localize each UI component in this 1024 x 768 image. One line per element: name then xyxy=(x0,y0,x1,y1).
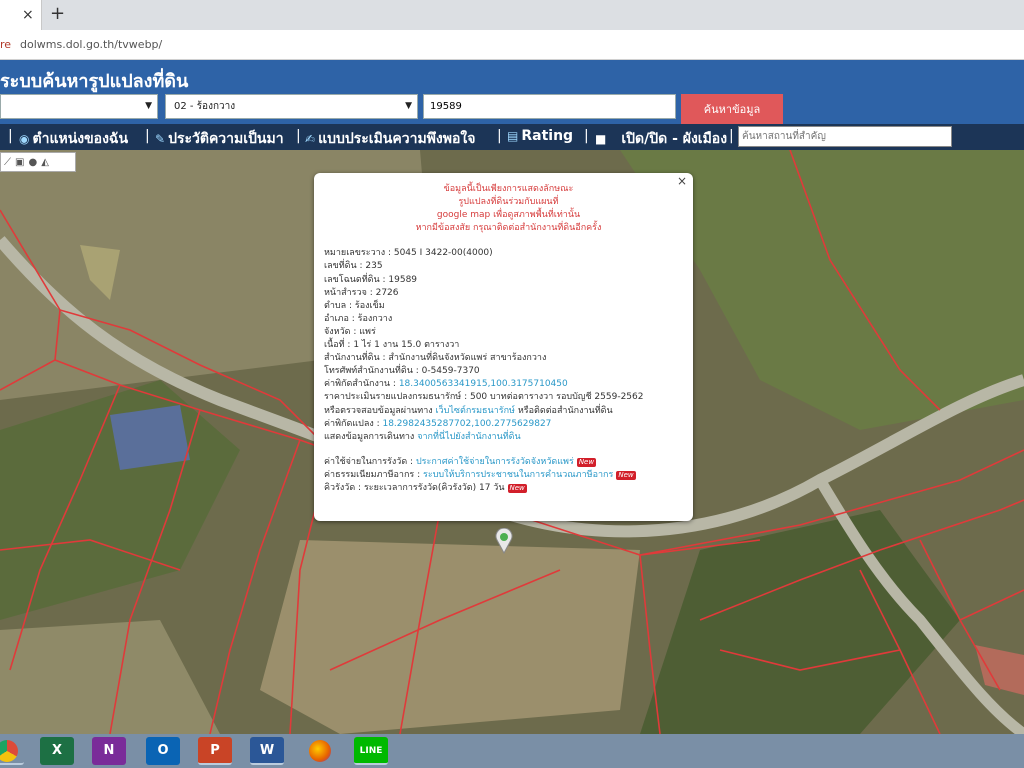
taskbar-app-onenote[interactable]: N xyxy=(92,737,126,765)
powerpoint-icon: P xyxy=(210,743,220,758)
parcel-land-no: เลขที่ดิน : 235 xyxy=(324,261,383,272)
amphoe-select[interactable]: 02 - ร้องกวาง ▼ xyxy=(165,94,418,119)
site-header: ระบบค้นหารูปแปลงที่ดิน xyxy=(0,60,1024,94)
menu-bar: | ◉ ตำแหน่งของฉัน | ✎ ประวัติความเป็นมา | … xyxy=(0,124,1024,150)
menu-separator: | xyxy=(8,128,13,144)
menu-survey[interactable]: ✍ แบบประเมินความพึงพอใจ xyxy=(305,128,475,150)
survey-fee-row: ค่าใช้จ่ายในการรังวัด : ประกาศค่าใช้จ่าย… xyxy=(324,456,597,467)
popup-warning: ข้อมูลนี้เป็นเพียงการแสดงลักษณะ รูปแปลงท… xyxy=(415,184,602,234)
url-security-text: re xyxy=(0,38,12,51)
parcel-deed-no: เลขโฉนดที่ดิน : 19589 xyxy=(324,274,418,285)
new-tab-button[interactable]: + xyxy=(50,4,65,24)
menu-city-plan-toggle[interactable]: ■ เปิด/ปิด - ผังเมือง xyxy=(595,128,727,150)
menu-history[interactable]: ✎ ประวัติความเป็นมา xyxy=(155,128,284,150)
parcel-office: สำนักงานที่ดิน : สำนักงานที่ดินจังหวัดแพ… xyxy=(324,353,547,364)
route-link[interactable]: จากที่นี่ไปยังสำนักงานที่ดิน xyxy=(417,432,520,442)
chrome-icon xyxy=(0,739,18,762)
chevron-down-icon: ▼ xyxy=(405,101,412,111)
menu-separator: | xyxy=(729,128,734,144)
search-row: ▼ 02 - ร้องกวาง ▼ ค้นหาข้อมูล xyxy=(0,94,1024,124)
new-badge: New xyxy=(616,470,636,480)
menu-separator: | xyxy=(145,128,150,144)
office-coordinate-row: ค่าพิกัดสำนักงาน : 18.3400563341915,100.… xyxy=(324,379,568,390)
office-coordinate-link[interactable]: 18.3400563341915,100.3175710450 xyxy=(399,379,568,389)
location-icon: ◉ xyxy=(19,132,30,146)
taskbar-app-chrome[interactable] xyxy=(0,737,24,765)
tab-close-icon[interactable]: × xyxy=(22,6,34,24)
taskbar-app-excel[interactable]: X xyxy=(40,737,74,765)
place-search-input[interactable] xyxy=(738,126,952,147)
line-icon: LINE xyxy=(359,746,383,756)
polygon-tool-icon[interactable]: ▣ xyxy=(15,157,24,168)
menu-separator: | xyxy=(584,128,589,144)
parcel-survey-no: หมายเลขระวาง : 5045 I 3422-00(4000) xyxy=(324,248,493,259)
parcel-office-phone: โทรศัพท์สำนักงานที่ดิน : 0-5459-7370 xyxy=(324,366,480,377)
circle-tool-icon[interactable]: ● xyxy=(28,157,37,168)
taskbar-app-word[interactable]: W xyxy=(250,737,284,765)
page-title: ระบบค้นหารูปแปลงที่ดิน xyxy=(0,71,189,92)
new-badge: New xyxy=(507,483,527,493)
deed-number-input[interactable] xyxy=(423,94,676,119)
checkbox-icon[interactable]: ■ xyxy=(595,132,606,146)
word-icon: W xyxy=(259,743,275,758)
treasury-check-row: หรือตรวจสอบข้อมูลผ่านทาง เว็บไซต์กรมธนาร… xyxy=(324,405,613,416)
onenote-icon: N xyxy=(103,743,115,758)
route-row: แสดงข้อมูลการเดินทาง จากที่นี่ไปยังสำนัก… xyxy=(324,431,521,442)
tax-fee-row: ค่าธรรมเนียมภาษีอากร : ระบบให้บริการประช… xyxy=(324,469,636,480)
new-badge: New xyxy=(576,457,597,467)
map-pin-icon[interactable] xyxy=(495,528,513,554)
outlook-icon: O xyxy=(157,743,169,758)
menu-rating[interactable]: ▤ Rating xyxy=(507,128,573,144)
menu-separator: | xyxy=(296,128,301,144)
amphoe-select-value: 02 - ร้องกวาง xyxy=(174,101,236,112)
menu-my-location[interactable]: ◉ ตำแหน่งของฉัน xyxy=(19,128,128,150)
browser-tab[interactable]: × xyxy=(0,0,42,30)
marker-tool-icon[interactable]: ◭ xyxy=(41,157,49,168)
address-bar[interactable]: re dolwms.dol.go.th/tvwebp/ xyxy=(0,30,1024,60)
url-text[interactable]: dolwms.dol.go.th/tvwebp/ xyxy=(20,38,162,51)
parcel-province: จังหวัด : แพร่ xyxy=(324,326,376,337)
firefox-icon xyxy=(309,739,331,762)
close-icon[interactable]: × xyxy=(677,174,687,188)
menu-separator: | xyxy=(497,128,502,144)
taskbar-app-firefox[interactable] xyxy=(303,737,337,765)
survey-fee-link[interactable]: ประกาศค่าใช้จ่ายในการรังวัดจังหวัดแพร่ xyxy=(416,457,574,467)
taskbar-app-powerpoint[interactable]: P xyxy=(198,737,232,765)
tax-calculator-link[interactable]: ระบบให้บริการประชาชนในการคำนวณภาษีอากร xyxy=(423,470,613,480)
parcel-info-popup: × ข้อมูลนี้เป็นเพียงการแสดงลักษณะ รูปแปล… xyxy=(314,173,693,521)
survey-queue-row: คิวรังวัด : ระยะเวลาการรังวัด(คิวรังวัด)… xyxy=(324,482,527,493)
parcel-coordinate-row: ค่าพิกัดแปลง : 18.2982435287702,100.2775… xyxy=(324,418,552,429)
parcel-area: เนื้อที่ : 1 ไร่ 1 งาน 15.0 ตารางวา xyxy=(324,340,460,351)
history-icon: ✎ xyxy=(155,132,166,146)
search-button[interactable]: ค้นหาข้อมูล xyxy=(681,94,783,124)
draw-toolbar: ⟋ ▣ ● ◭ xyxy=(0,152,76,172)
windows-taskbar: X N O P W LINE xyxy=(0,734,1024,768)
survey-icon: ✍ xyxy=(305,132,316,146)
treasury-website-link[interactable]: เว็บไซต์กรมธนารักษ์ xyxy=(436,406,515,416)
excel-icon: X xyxy=(51,743,63,758)
rating-icon: ▤ xyxy=(507,129,519,143)
parcel-page-no: หน้าสำรวจ : 2726 xyxy=(324,287,399,298)
parcel-tambon: ตำบล : ร้องเข็ม xyxy=(324,300,385,311)
taskbar-app-outlook[interactable]: O xyxy=(146,737,180,765)
taskbar-app-line[interactable]: LINE xyxy=(354,737,388,765)
province-select[interactable]: ▼ xyxy=(0,94,158,119)
browser-tab-bar: × + xyxy=(0,0,1024,30)
chevron-down-icon: ▼ xyxy=(145,101,152,111)
polyline-tool-icon[interactable]: ⟋ xyxy=(4,157,11,168)
parcel-amphoe: อำเภอ : ร้องกวาง xyxy=(324,313,393,324)
parcel-coordinate-link[interactable]: 18.2982435287702,100.2775629827 xyxy=(382,419,551,429)
parcel-price: ราคาประเมินรายแปลงกรมธนารักษ์ : 500 บาทต… xyxy=(324,392,644,403)
